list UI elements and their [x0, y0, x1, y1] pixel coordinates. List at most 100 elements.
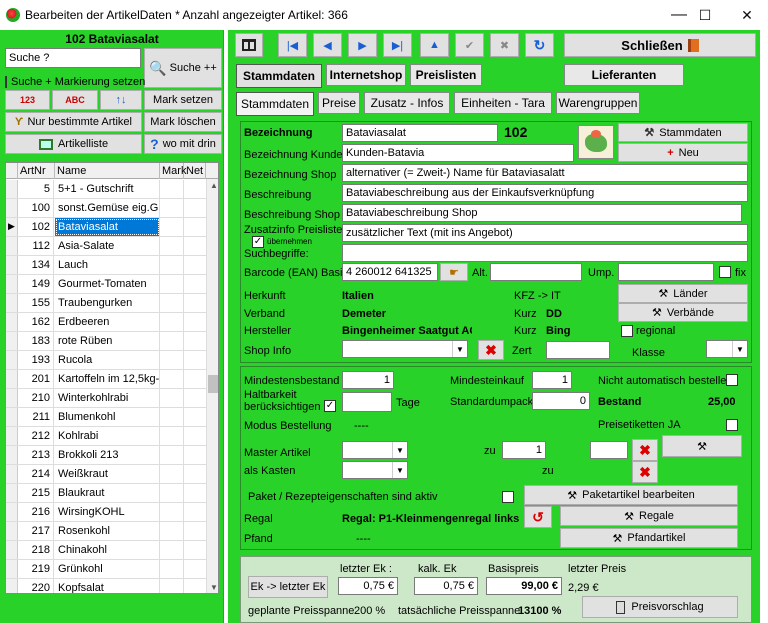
prev-record-button[interactable]: ◀ [313, 33, 342, 57]
row-indicator[interactable] [6, 332, 18, 350]
mark-cell[interactable] [160, 522, 184, 540]
shop-info-select[interactable]: ▼ [342, 340, 468, 358]
table-row[interactable]: 219 Grünkohl [6, 560, 206, 579]
vertical-scrollbar[interactable]: ▲ ▼ [206, 179, 218, 593]
verbaende-button[interactable]: ⚒ Verbände [618, 303, 748, 322]
beschreibung-input[interactable]: Bataviabeschreibung aus der Einkaufsverk… [342, 184, 748, 202]
scroll-thumb[interactable] [208, 375, 218, 393]
artnr-cell[interactable]: 162 [18, 313, 54, 331]
name-cell[interactable]: Asia-Salate [55, 237, 160, 255]
row-indicator[interactable] [6, 503, 18, 521]
where-contained-button[interactable]: ? wo mit drin [144, 134, 222, 154]
stammdaten-button[interactable]: ⚒ Stammdaten [618, 123, 748, 142]
tab-preise[interactable]: Preise [318, 92, 360, 114]
table-row[interactable]: 201Kartoffeln im 12,5kg-Sack [6, 370, 206, 389]
tab-warengruppen[interactable]: Warengruppen [556, 92, 640, 114]
row-indicator[interactable] [6, 560, 18, 578]
klasse-select[interactable]: ▼ [706, 340, 748, 358]
insert-record-button[interactable]: ▲ [420, 33, 449, 57]
paket-checkbox[interactable] [502, 491, 514, 503]
table-row[interactable]: 112 Asia-Salate [6, 237, 206, 256]
ek-to-letzter-ek-button[interactable]: Ek -> letzter Ek [248, 576, 328, 598]
min-bestand-input[interactable]: 1 [342, 371, 394, 389]
mark-cell[interactable] [160, 313, 184, 331]
regal-refresh-button[interactable]: ↺ [524, 506, 552, 528]
row-indicator[interactable] [6, 408, 18, 426]
close-form-button[interactable]: Schließen [564, 33, 756, 57]
artnr-cell[interactable]: 149 [18, 275, 54, 293]
table-row[interactable]: 5 5+1 - Gutschrift [6, 180, 206, 199]
paketartikel-button[interactable]: ⚒ Paketartikel bearbeiten [524, 485, 738, 505]
preisetiketten-checkbox[interactable] [726, 419, 738, 431]
row-indicator[interactable] [6, 351, 18, 369]
table-row[interactable]: 162 Erdbeeren [6, 313, 206, 332]
haltbarkeit-checkbox[interactable]: ✓ [324, 400, 336, 412]
col-net[interactable]: Net [184, 163, 206, 179]
basispreis-input[interactable]: 99,00 € [486, 577, 562, 595]
name-cell[interactable]: Brokkoli 213 [55, 446, 160, 464]
tab-einheiten-tara[interactable]: Einheiten - Tara [454, 92, 552, 114]
artnr-cell[interactable]: 183 [18, 332, 54, 350]
cancel-edit-button[interactable]: ✖ [490, 33, 519, 57]
row-indicator[interactable] [6, 446, 18, 464]
clear-master-button[interactable]: ✖ [632, 439, 658, 461]
name-cell[interactable]: 5+1 - Gutschrift [55, 180, 160, 198]
standardumpack-input[interactable]: 0 [532, 392, 590, 410]
table-row[interactable]: 183 rote Rüben [6, 332, 206, 351]
table-row[interactable]: 155 Traubengurken [6, 294, 206, 313]
beschr-shop-input[interactable]: Bataviabeschreibung Shop [342, 204, 742, 222]
name-cell[interactable]: rote Rüben [55, 332, 160, 350]
tab-preislisten[interactable]: Preislisten [410, 64, 482, 86]
name-cell[interactable]: Blaukraut [55, 484, 160, 502]
table-row[interactable]: 218 Chinakohl [6, 541, 206, 560]
row-indicator[interactable] [6, 237, 18, 255]
mark-cell[interactable] [160, 199, 184, 217]
mark-cell[interactable] [160, 446, 184, 464]
mark-cell[interactable] [160, 294, 184, 312]
kalk-ek-input[interactable]: 0,75 € [414, 577, 478, 595]
table-row[interactable]: 220 Kopfsalat [6, 579, 206, 593]
col-name[interactable]: Name [55, 163, 160, 179]
artnr-cell[interactable]: 155 [18, 294, 54, 312]
master-extra-input[interactable] [590, 441, 628, 459]
mark-cell[interactable] [160, 541, 184, 559]
search-plus-button[interactable]: 🔍 Suche ++ [144, 48, 222, 88]
table-row[interactable]: 214 Weißkraut [6, 465, 206, 484]
zert-input[interactable] [546, 341, 610, 359]
refresh-button[interactable]: ↻ [525, 33, 554, 57]
mark-cell[interactable] [160, 408, 184, 426]
name-cell[interactable]: Kopfsalat [55, 579, 160, 593]
artnr-cell[interactable]: 215 [18, 484, 54, 502]
name-cell[interactable]: WirsingKOHL [55, 503, 160, 521]
post-record-button[interactable]: ✔ [455, 33, 484, 57]
artnr-cell[interactable]: 214 [18, 465, 54, 483]
table-row[interactable]: 149 Gourmet-Tomaten [6, 275, 206, 294]
mark-cell[interactable] [160, 332, 184, 350]
name-cell[interactable]: Lauch [55, 256, 160, 274]
row-indicator[interactable] [6, 579, 18, 593]
bez-shop-input[interactable]: alternativer (= Zweit-) Name für Batavia… [342, 164, 748, 182]
search-input[interactable]: Suche ? [5, 48, 141, 68]
artnr-cell[interactable]: 219 [18, 560, 54, 578]
table-row[interactable]: 213 Brokkoli 213 [6, 446, 206, 465]
col-mark[interactable]: Mark [160, 163, 186, 179]
table-row[interactable]: 134 Lauch [6, 256, 206, 275]
row-indicator[interactable] [6, 256, 18, 274]
row-indicator[interactable] [6, 465, 18, 483]
pfandartikel-button[interactable]: ⚒ Pfandartikel [560, 528, 738, 548]
tab-lieferanten[interactable]: Lieferanten [564, 64, 684, 86]
sort-alphabetical-button[interactable]: ABC [52, 90, 98, 110]
mark-cell[interactable] [160, 465, 184, 483]
barcode-input[interactable]: 4 260012 641325 [342, 263, 438, 281]
row-indicator[interactable] [6, 180, 18, 198]
scroll-up-icon[interactable]: ▲ [210, 181, 218, 190]
mark-cell[interactable] [160, 579, 184, 593]
name-cell[interactable]: Weißkraut [55, 465, 160, 483]
search-mark-checkbox[interactable] [5, 76, 7, 88]
artnr-cell[interactable]: 217 [18, 522, 54, 540]
mark-cell[interactable] [160, 389, 184, 407]
table-row[interactable]: 210 Winterkohlrabi [6, 389, 206, 408]
mark-cell[interactable] [160, 560, 184, 578]
artnr-cell[interactable]: 100 [18, 199, 54, 217]
laender-button[interactable]: ⚒ Länder [618, 284, 748, 303]
